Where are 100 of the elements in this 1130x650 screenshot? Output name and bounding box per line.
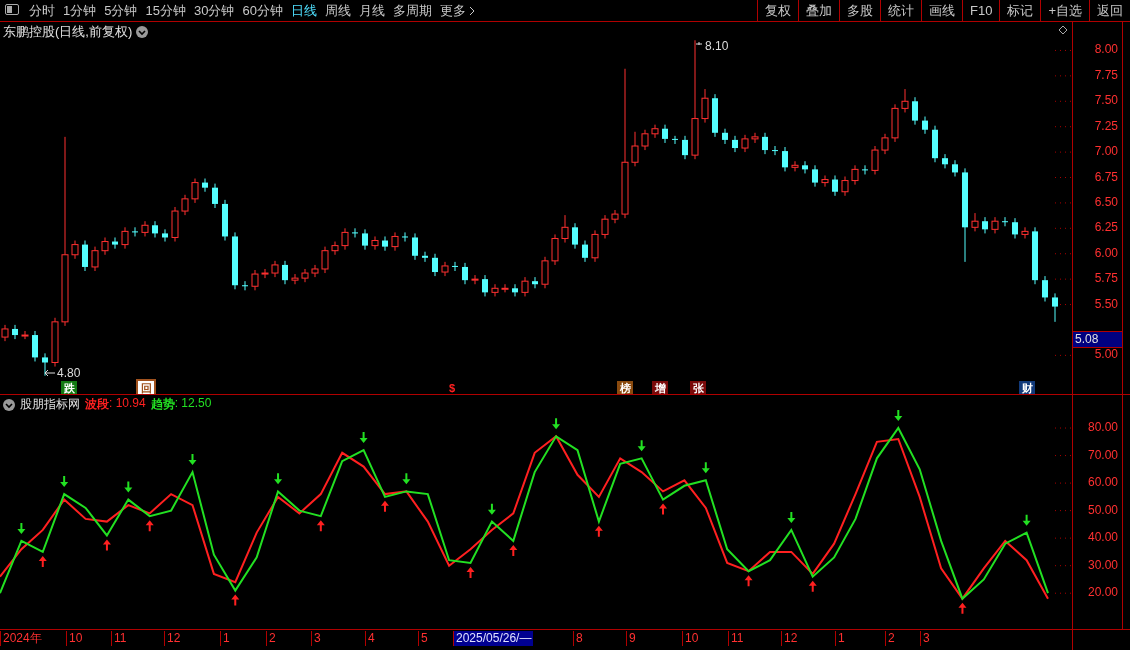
down-arrow-icon	[124, 481, 133, 493]
candlestick	[91, 246, 99, 272]
event-marker[interactable]: 张	[690, 381, 706, 394]
down-arrow-icon	[701, 462, 710, 474]
candlestick	[701, 88, 709, 124]
event-marker[interactable]: 榜	[617, 381, 633, 394]
indicator-axis-label: 30.00	[1087, 557, 1118, 572]
toolbar-button[interactable]: 叠加	[798, 0, 839, 21]
period-tab[interactable]: 多周期	[388, 0, 436, 21]
candlestick	[291, 273, 299, 285]
period-tab[interactable]: 日线	[286, 0, 321, 21]
up-arrow-icon	[316, 520, 325, 532]
candlestick	[181, 194, 189, 216]
event-marker[interactable]: 财	[1019, 381, 1035, 394]
candlestick	[382, 235, 388, 252]
price-high-label: 8.10	[705, 39, 729, 53]
price-axis-label: 7.50	[1094, 93, 1118, 108]
toolbar-button[interactable]: 返回	[1089, 0, 1130, 21]
up-arrow-icon	[145, 520, 154, 532]
period-tab[interactable]: 月线	[354, 0, 389, 21]
period-tab[interactable]: 30分钟	[189, 0, 239, 21]
toolbar-button[interactable]: 标记	[999, 0, 1041, 21]
down-arrow-icon	[402, 473, 411, 485]
down-arrow-icon	[552, 418, 561, 430]
dropdown-icon[interactable]	[136, 26, 149, 38]
period-tab[interactable]: 1分钟	[59, 0, 101, 21]
candlestick	[82, 240, 88, 272]
dropdown-icon[interactable]	[3, 398, 15, 411]
period-tab[interactable]: 周线	[320, 0, 355, 21]
indicator-value: : 10.94	[109, 396, 146, 412]
down-arrow-icon	[1022, 514, 1031, 526]
candlestick	[21, 330, 29, 340]
candlestick	[171, 206, 179, 243]
period-tab[interactable]: 5分钟	[100, 0, 142, 21]
price-axis-label: 7.00	[1094, 144, 1118, 159]
up-arrow-icon	[744, 575, 753, 587]
candlestick	[101, 237, 109, 256]
candlestick	[452, 261, 458, 272]
candlestick	[402, 231, 408, 243]
indicator-name: 股朋指标网	[20, 396, 80, 413]
toolbar-button[interactable]: 画线	[921, 0, 962, 21]
candlestick	[942, 153, 948, 169]
candlestick	[532, 276, 538, 289]
date-axis-label: 12	[164, 631, 183, 646]
period-tab[interactable]: 15分钟	[141, 0, 190, 21]
down-arrow-icon	[637, 440, 646, 452]
candlestick	[71, 240, 79, 260]
current-price-badge: 5.08	[1073, 331, 1122, 348]
more-button[interactable]: 更多	[435, 0, 479, 21]
candlestick	[871, 145, 879, 175]
price-axis-label: 6.75	[1094, 169, 1118, 184]
event-marker[interactable]: 增	[652, 381, 668, 394]
event-marker[interactable]: 跌	[61, 381, 77, 394]
candlestick	[631, 131, 639, 167]
price-axis-label: 5.75	[1094, 271, 1118, 286]
candlestick	[512, 283, 518, 297]
down-arrow-icon	[894, 410, 903, 422]
candlestick	[782, 146, 788, 172]
period-tab[interactable]: 分时	[25, 0, 59, 21]
down-arrow-icon	[188, 454, 197, 466]
price-axis-label: 7.75	[1094, 67, 1118, 82]
price-axis-label: 5.50	[1094, 296, 1118, 311]
candlestick	[741, 134, 749, 153]
diamond-icon[interactable]	[1058, 25, 1068, 35]
leader-line	[695, 41, 703, 46]
candlestick	[952, 159, 958, 177]
event-marker[interactable]: $	[444, 381, 460, 394]
candlestick	[922, 116, 928, 135]
toolbar-button[interactable]: F10	[962, 0, 1000, 21]
date-axis-label: 2	[266, 631, 278, 646]
price-axis-label: 6.25	[1094, 220, 1118, 235]
date-axis-label: 2	[885, 631, 897, 646]
candlestick	[1002, 216, 1008, 227]
date-axis-label: 8	[573, 631, 585, 646]
toolbar-button[interactable]: +自选	[1040, 0, 1089, 21]
indicator-axis-label: 80.00	[1087, 420, 1118, 435]
date-axis-label: 10	[66, 631, 85, 646]
toolbar-button[interactable]: 统计	[880, 0, 921, 21]
price-axis-label: 8.00	[1094, 42, 1118, 57]
date-axis-label: 1	[835, 631, 847, 646]
candlestick	[762, 132, 768, 155]
candlestick	[682, 135, 688, 160]
candlestick	[371, 235, 379, 251]
date-axis-label: 3	[920, 631, 932, 646]
period-tab[interactable]: 60分钟	[238, 0, 287, 21]
toolbar-button[interactable]: 多股	[839, 0, 880, 21]
candlestick	[311, 264, 319, 278]
series-label: 波段	[85, 396, 109, 413]
date-axis-label: 1	[220, 631, 232, 646]
candlestick	[712, 93, 718, 138]
candlestick	[491, 283, 499, 297]
toolbar-button[interactable]: 复权	[757, 0, 798, 21]
candlestick	[912, 96, 918, 126]
event-marker[interactable]: 回	[136, 379, 156, 394]
panel-toggle-icon[interactable]	[5, 4, 19, 15]
down-arrow-icon	[274, 473, 283, 485]
candlestick	[832, 175, 838, 197]
candlestick	[1012, 217, 1018, 239]
candlestick	[891, 103, 899, 143]
candlestick	[732, 135, 738, 153]
